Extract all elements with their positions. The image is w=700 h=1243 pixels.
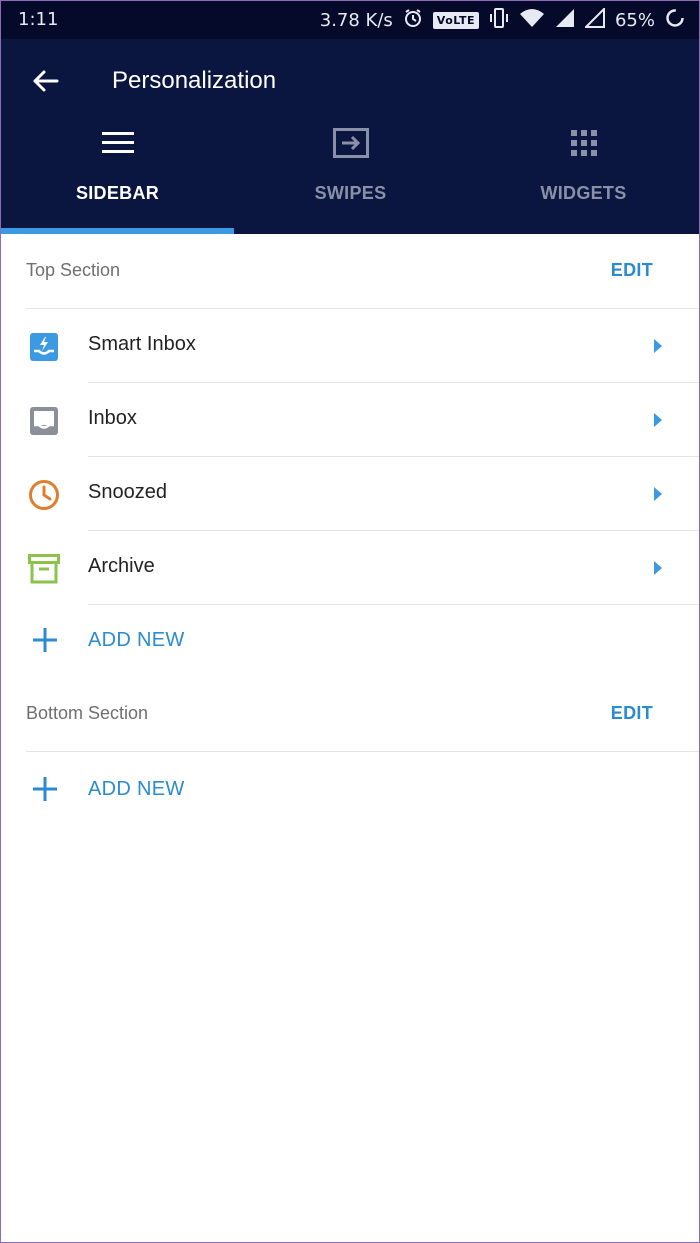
tab-swipes-label: SWIPES [314, 183, 387, 203]
sidebar-item-label: Snoozed [88, 481, 167, 503]
tab-sidebar-label: SIDEBAR [75, 183, 160, 203]
sidebar-item-archive[interactable]: Archive [1, 531, 699, 604]
plus-icon [33, 777, 57, 801]
status-bar: 1:11 3.78 K/s VoLTE 65% [1, 1, 699, 39]
tab-widgets[interactable]: WIDGETS [467, 121, 700, 234]
inbox-icon [30, 407, 58, 435]
volte-badge: VoLTE [432, 11, 479, 29]
menu-icon [101, 132, 134, 153]
sidebar-item-label: Smart Inbox [88, 333, 196, 355]
bottom-section-header: Bottom Section EDIT [1, 677, 699, 751]
plus-icon [33, 628, 57, 652]
back-button[interactable] [29, 65, 61, 97]
bottom-section-edit-button[interactable]: EDIT [611, 703, 653, 724]
battery-charging-icon [665, 8, 685, 33]
smart-inbox-icon [30, 333, 58, 361]
chevron-right-icon [654, 561, 662, 575]
add-new-label: ADD NEW [88, 778, 185, 800]
wifi-icon [519, 8, 545, 33]
battery-level: 65% [614, 9, 655, 31]
top-section-edit-button[interactable]: EDIT [611, 260, 653, 281]
tab-widgets-label: WIDGETS [540, 183, 627, 203]
divider [26, 751, 699, 752]
sidebar-item-inbox[interactable]: Inbox [1, 383, 699, 456]
status-icons: 3.78 K/s VoLTE 65% [319, 6, 685, 34]
sidebar-item-snoozed[interactable]: Snoozed [1, 457, 699, 530]
bottom-section-add-new-button[interactable]: ADD NEW [1, 755, 699, 825]
top-section-header: Top Section EDIT [1, 234, 699, 308]
app-bar: Personalization SIDEBAR SWIPES WIDGETS [1, 39, 699, 234]
sidebar-item-label: Inbox [88, 407, 137, 429]
status-time: 1:11 [18, 9, 59, 30]
clock-icon [29, 480, 59, 510]
tab-swipes[interactable]: SWIPES [234, 121, 467, 234]
chevron-right-icon [654, 487, 662, 501]
network-speed: 3.78 K/s [319, 9, 393, 31]
chevron-right-icon [654, 413, 662, 427]
grid-icon [570, 130, 597, 156]
divider [88, 604, 699, 605]
signal-empty-icon [583, 6, 605, 33]
signal-full-icon [555, 8, 575, 33]
chevron-right-icon [654, 339, 662, 353]
arrow-left-icon [33, 70, 59, 92]
tab-sidebar[interactable]: SIDEBAR [1, 121, 234, 234]
sidebar-item-smart-inbox[interactable]: Smart Inbox [1, 309, 699, 382]
vibrate-icon [489, 7, 509, 34]
page-title: Personalization [112, 67, 277, 94]
sidebar-item-label: Archive [88, 555, 155, 577]
alarm-icon [403, 8, 423, 33]
add-new-label: ADD NEW [88, 629, 185, 651]
swipe-icon [332, 128, 369, 158]
bottom-section-title: Bottom Section [26, 703, 149, 723]
top-section-add-new-button[interactable]: ADD NEW [1, 606, 699, 676]
top-section-title: Top Section [26, 260, 121, 280]
archive-icon [28, 554, 60, 584]
